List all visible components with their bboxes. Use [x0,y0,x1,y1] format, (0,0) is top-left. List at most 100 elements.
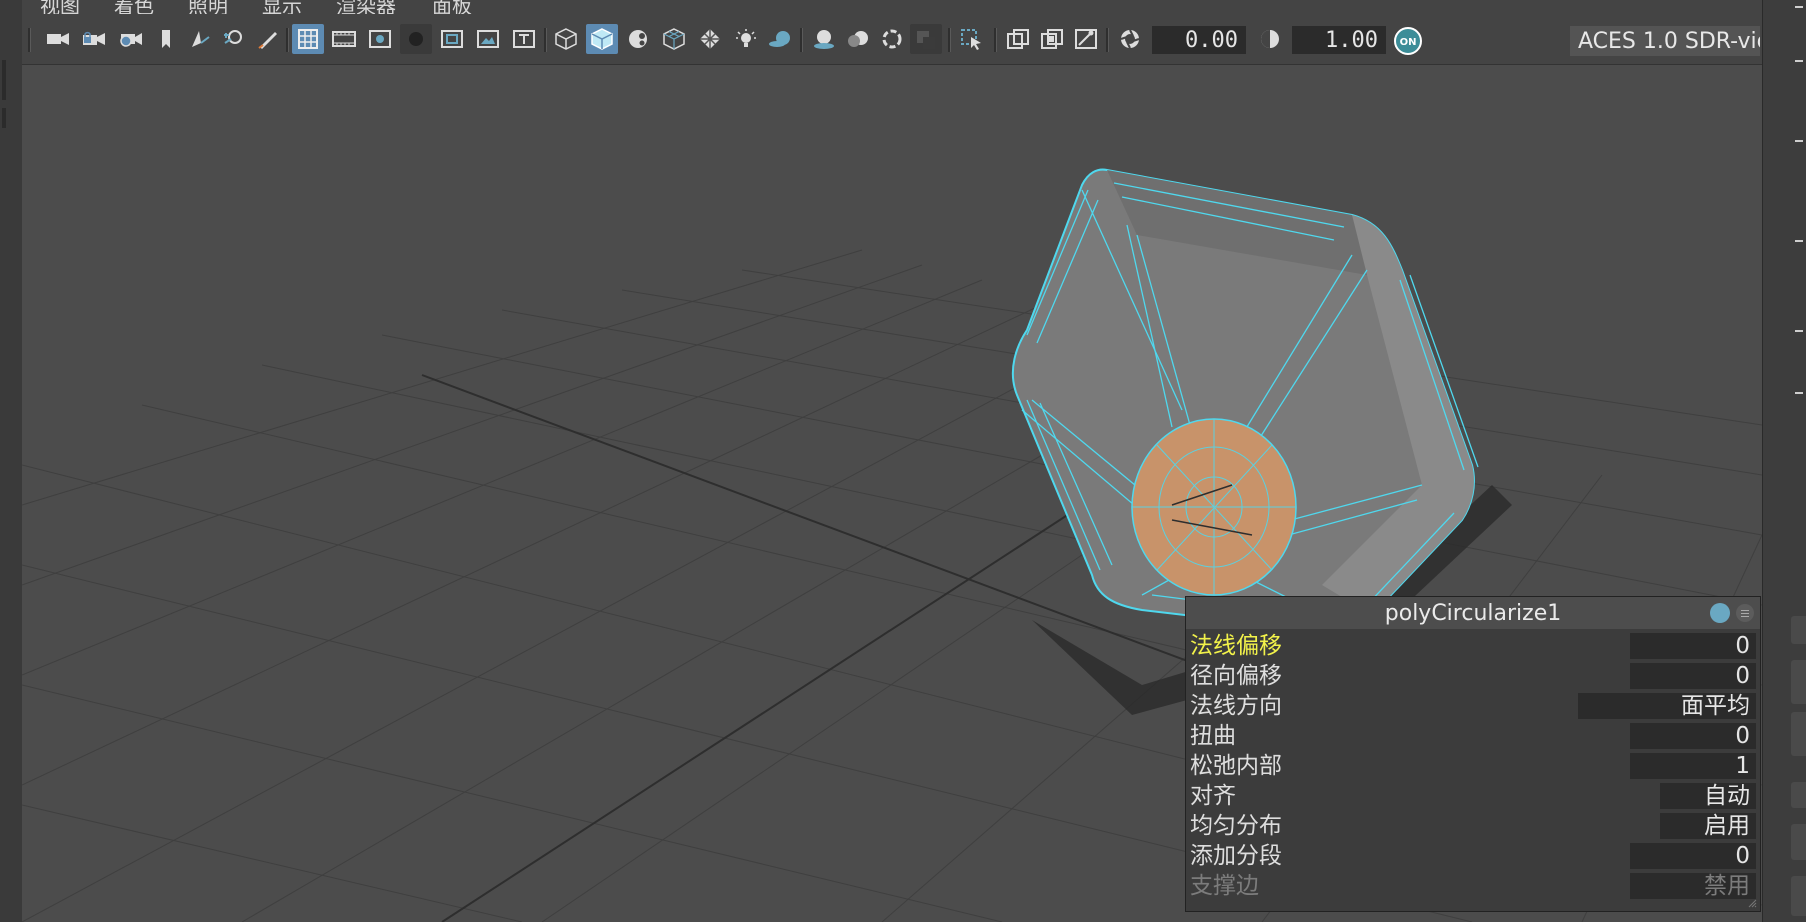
attr-value[interactable]: 1 [1630,753,1756,779]
menu-shading[interactable]: 着色 [114,0,154,14]
shadows-icon[interactable] [764,24,796,54]
side-tab-button[interactable] [1791,712,1806,756]
node-toggle-icon[interactable] [1710,603,1730,623]
attr-label: 法线偏移 [1190,633,1282,659]
attr-row-support-edges[interactable]: 支撑边 禁用 [1186,871,1760,901]
xray-joints-icon[interactable] [1070,24,1102,54]
resolution-gate-icon[interactable] [364,24,396,54]
toolbar-separator [800,28,803,52]
attr-row-radial-offset[interactable]: 径向偏移 0 [1186,661,1760,691]
viewport-menu-bar: 视图 着色 照明 显示 渲染器 面板 [22,0,1762,14]
attr-value[interactable]: 面平均 [1578,693,1756,719]
lock-camera-icon[interactable] [78,24,110,54]
field-chart-icon[interactable] [436,24,468,54]
isolate-select-icon[interactable] [956,24,988,54]
safe-title-icon[interactable] [508,24,540,54]
menu-view[interactable]: 视图 [40,0,80,14]
toolbar-separator [286,28,289,52]
attr-value[interactable]: 0 [1630,663,1756,689]
attr-row-relax-interior[interactable]: 松弛内部 1 [1186,751,1760,781]
toolbar-separator [28,28,31,52]
attr-label: 添加分段 [1190,843,1282,869]
attr-value[interactable]: 0 [1630,723,1756,749]
attr-row-add-divisions[interactable]: 添加分段 0 [1186,841,1760,871]
grid-toggle-icon[interactable] [292,24,324,54]
xray-icon[interactable] [1002,24,1034,54]
attr-value[interactable]: 0 [1630,843,1756,869]
polygon-mesh[interactable] [1011,168,1479,633]
gamma-field[interactable]: 1.00 [1292,26,1386,54]
attr-row-normal-offset[interactable]: 法线偏移 0 [1186,631,1760,661]
default-material-icon[interactable] [622,24,654,54]
smooth-shade-icon[interactable] [586,24,618,54]
camera-attributes-icon[interactable] [114,24,146,54]
screen-space-ao-icon[interactable] [808,24,840,54]
attr-label: 支撑边 [1190,873,1259,899]
exposure-field[interactable]: 0.00 [1152,26,1246,54]
gamma-icon[interactable] [1254,24,1286,54]
exposure-icon[interactable] [1114,24,1146,54]
film-gate-icon[interactable] [328,24,360,54]
depth-of-field-icon[interactable] [910,24,942,54]
toolbar-separator [544,28,547,52]
attr-row-twist[interactable]: 扭曲 0 [1186,721,1760,751]
right-side-panel [1762,0,1806,922]
panel-tick [1795,6,1803,8]
on-badge-label: ON [1400,37,1417,48]
attr-value[interactable]: 禁用 [1630,873,1756,899]
wireframe-icon[interactable] [550,24,582,54]
view-transform-dropdown[interactable]: ACES 1.0 SDR-video [1570,26,1760,56]
gate-mask-icon[interactable] [400,24,432,54]
use-all-lights-icon[interactable] [730,24,762,54]
side-tab-button[interactable] [1791,660,1806,704]
panel-toolbar: 0.00 1.00 ON ACES 1.0 SDR-video [22,14,1762,65]
attr-label: 法线方向 [1190,693,1282,719]
menu-lighting[interactable]: 照明 [188,0,228,14]
menu-icon[interactable] [1736,604,1754,622]
attr-label: 扭曲 [1190,723,1236,749]
color-management-toggle[interactable]: ON [1392,26,1424,56]
attr-row-alignment[interactable]: 对齐 自动 [1186,781,1760,811]
attr-label: 对齐 [1190,783,1236,809]
attr-label: 均匀分布 [1190,813,1282,839]
wireframe-on-shaded-icon[interactable] [658,24,690,54]
maya-app: 视图 着色 照明 显示 渲染器 面板 0.00 1.00 ON ACES 1.0… [0,0,1806,922]
menu-panels[interactable]: 面板 [432,0,472,14]
node-attribute-panel: polyCircularize1 法线偏移 0 径向偏移 0 法线方向 面平均 … [1185,596,1761,912]
select-camera-icon[interactable] [42,24,74,54]
bookmark-icon[interactable] [150,24,182,54]
image-plane-icon[interactable] [184,24,216,54]
attr-value[interactable]: 0 [1630,633,1756,659]
attr-label: 径向偏移 [1190,663,1282,689]
safe-action-icon[interactable] [472,24,504,54]
2d-pan-zoom-icon[interactable] [218,24,250,54]
menu-show[interactable]: 显示 [262,0,302,14]
panel-tick [1795,240,1803,242]
panel-tick [1795,140,1803,142]
resize-grip-icon[interactable] [1747,898,1757,908]
toolbar-separator [994,28,997,52]
side-tab-button[interactable] [1791,824,1806,860]
gutter-handle[interactable] [2,60,6,100]
motion-blur-icon[interactable] [842,24,874,54]
panel-tick [1795,330,1803,332]
left-gutter [0,0,22,922]
gutter-handle[interactable] [2,108,6,128]
attr-label: 松弛内部 [1190,753,1282,779]
side-tab-button[interactable] [1791,782,1806,808]
side-tab-button[interactable] [1791,876,1806,916]
textured-icon[interactable] [694,24,726,54]
menu-renderer[interactable]: 渲染器 [336,0,396,14]
toolbar-separator [1106,28,1109,52]
attr-value[interactable]: 启用 [1660,813,1756,839]
attr-row-even-distribution[interactable]: 均匀分布 启用 [1186,811,1760,841]
node-header: polyCircularize1 [1186,597,1760,629]
anti-aliasing-icon[interactable] [876,24,908,54]
panel-tick [1795,392,1803,394]
xray-active-components-icon[interactable] [1036,24,1068,54]
side-tab-button[interactable] [1791,616,1806,644]
panel-tick [1795,60,1803,62]
attr-value[interactable]: 自动 [1660,783,1756,809]
attr-row-normal-orientation[interactable]: 法线方向 面平均 [1186,691,1760,721]
grease-pencil-icon[interactable] [252,24,284,54]
